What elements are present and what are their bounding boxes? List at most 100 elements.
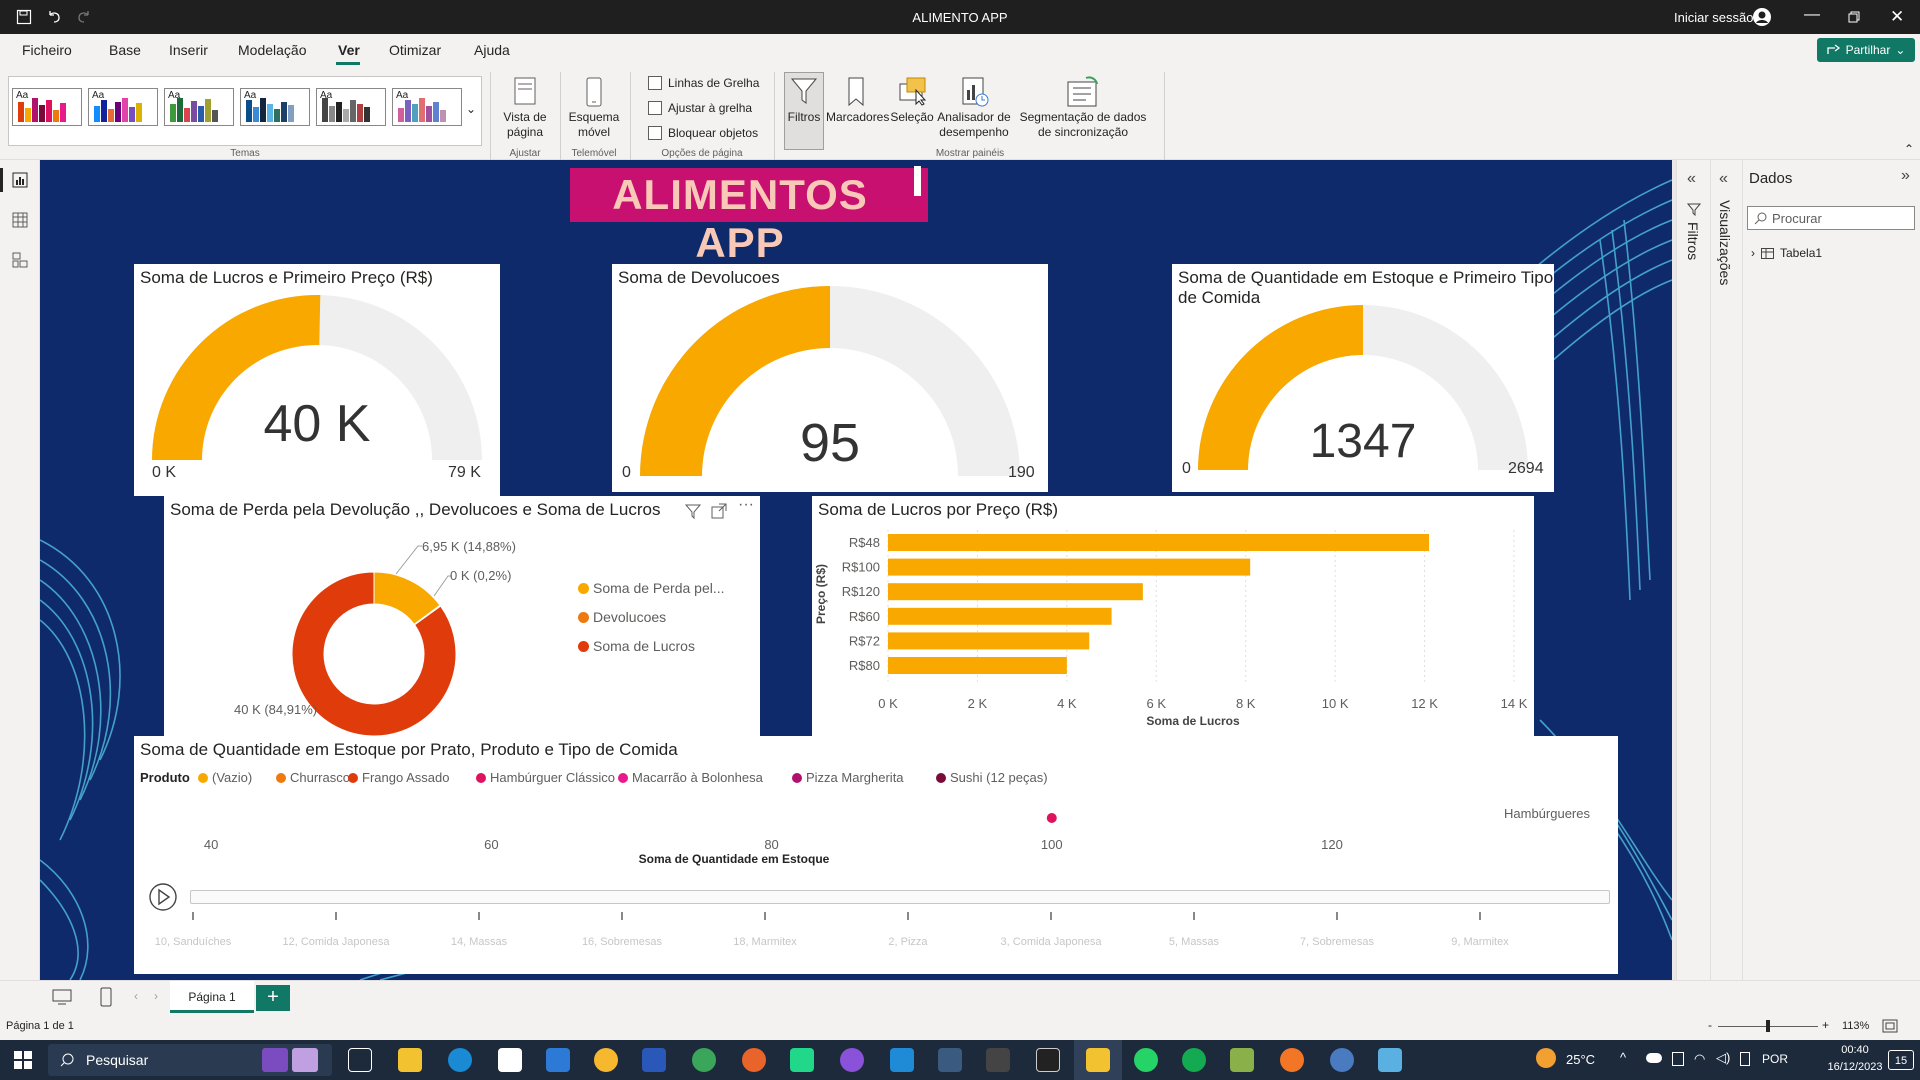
app-icon[interactable] — [986, 1048, 1010, 1072]
windows-start-icon[interactable] — [14, 1051, 32, 1069]
donut-legend-item[interactable]: Devolucoes — [578, 609, 666, 625]
clock-date[interactable]: 16/12/2023 — [1820, 1061, 1890, 1073]
bar[interactable] — [888, 607, 1112, 625]
donut-legend-item[interactable]: Soma de Perda pel... — [578, 580, 725, 596]
page-view-button[interactable]: Vista de página — [495, 110, 555, 140]
page-tab-1[interactable]: Página 1 — [170, 981, 254, 1013]
performance-analyzer-icon[interactable] — [960, 76, 990, 108]
notepad-icon[interactable] — [498, 1048, 522, 1072]
taskbar-search-box[interactable]: Pesquisar — [48, 1044, 332, 1076]
play-axis-label[interactable]: 5, Massas — [1133, 936, 1255, 948]
theme-swatch-6[interactable]: Aa — [392, 88, 462, 126]
selection-button[interactable]: Seleção — [888, 110, 936, 125]
zoom-slider-thumb[interactable] — [1766, 1020, 1770, 1032]
play-axis-label[interactable]: 3, Comida Japonesa — [990, 936, 1112, 948]
menu-ver[interactable]: Ver — [338, 42, 360, 58]
expand-visualizations-icon[interactable]: « — [1719, 170, 1728, 188]
gauge-card-devolucoes[interactable]: Soma de Devolucoes 95 0 190 — [612, 264, 1048, 492]
mail-icon[interactable] — [546, 1048, 570, 1072]
themes-more-icon[interactable]: ⌄ — [466, 102, 476, 116]
bar[interactable] — [888, 632, 1090, 650]
app-icon[interactable] — [594, 1048, 618, 1072]
scatter-point[interactable] — [1046, 813, 1057, 823]
collapse-data-pane-icon[interactable]: » — [1901, 167, 1910, 185]
theme-swatch-2[interactable]: Aa — [88, 88, 158, 126]
firefox-icon[interactable] — [742, 1048, 766, 1072]
sync-slicers-icon[interactable] — [1066, 76, 1100, 108]
bookmarks-button[interactable]: Marcadores — [826, 110, 889, 125]
system-tray-chevron-icon[interactable]: ^ — [1620, 1050, 1626, 1065]
mobile-layout-icon[interactable] — [584, 76, 604, 108]
play-axis-label[interactable]: 7, Sobremesas — [1276, 936, 1398, 948]
filter-icon[interactable] — [684, 502, 702, 520]
play-axis-label[interactable]: 16, Sobremesas — [561, 936, 683, 948]
clock-time[interactable]: 00:40 — [1820, 1044, 1890, 1056]
report-view-icon[interactable] — [12, 172, 28, 188]
pycharm-icon[interactable] — [790, 1048, 814, 1072]
minimize-icon[interactable]: — — [1804, 6, 1820, 24]
play-axis-label[interactable]: 9, Marmitex — [1419, 936, 1541, 948]
gauge-card-estoque[interactable]: Soma de Quantidade em Estoque e Primeiro… — [1172, 264, 1554, 492]
app-icon[interactable] — [1230, 1048, 1254, 1072]
task-view-icon[interactable] — [348, 1048, 372, 1072]
data-search-input[interactable]: Procurar — [1747, 206, 1915, 230]
menu-ajuda[interactable]: Ajuda — [474, 42, 510, 58]
app-icon[interactable] — [938, 1048, 962, 1072]
menu-base[interactable]: Base — [109, 42, 141, 58]
play-axis-label[interactable]: 18, Marmitex — [704, 936, 826, 948]
menu-modelacao[interactable]: Modelação — [238, 42, 307, 58]
bar[interactable] — [888, 657, 1067, 674]
lock-objects-checkbox[interactable]: Bloquear objetos — [648, 126, 758, 140]
restore-icon[interactable] — [1848, 11, 1860, 23]
prev-page-icon[interactable]: ‹ — [134, 989, 138, 1003]
play-axis-track[interactable] — [190, 890, 1610, 904]
play-axis-label[interactable]: 12, Comida Japonesa — [275, 936, 397, 948]
play-icon[interactable] — [148, 882, 178, 912]
language-indicator[interactable]: POR — [1762, 1052, 1788, 1066]
volume-icon[interactable]: ◁) — [1716, 1050, 1730, 1066]
performance-analyzer-button[interactable]: Analisador de desempenho — [934, 110, 1014, 140]
phone-layout-icon[interactable] — [100, 987, 112, 1007]
bar[interactable] — [888, 558, 1251, 576]
vscode-icon[interactable] — [890, 1048, 914, 1072]
cloud-icon[interactable] — [1646, 1053, 1662, 1063]
github-icon[interactable] — [840, 1048, 864, 1072]
device-icon[interactable] — [1672, 1052, 1684, 1066]
play-axis-label[interactable]: 14, Massas — [418, 936, 540, 948]
mobile-layout-button[interactable]: Esquema móvel — [564, 110, 624, 140]
power-bi-icon[interactable] — [1086, 1048, 1110, 1072]
theme-swatch-1[interactable]: Aa — [12, 88, 82, 126]
user-avatar-icon[interactable] — [1752, 7, 1772, 27]
terminal-icon[interactable] — [1036, 1048, 1060, 1072]
share-button[interactable]: Partilhar ⌄ — [1817, 38, 1915, 62]
zoom-in-icon[interactable]: + — [1822, 1018, 1829, 1032]
theme-swatch-5[interactable]: Aa — [316, 88, 386, 126]
model-view-icon[interactable] — [12, 252, 28, 268]
signin-link[interactable]: Iniciar sessão — [1674, 10, 1753, 25]
add-page-button[interactable]: + — [256, 985, 290, 1011]
filters-pane-collapsed[interactable]: « Filtros — [1676, 160, 1710, 980]
file-explorer-icon[interactable] — [398, 1048, 422, 1072]
bookmark-icon[interactable] — [846, 76, 866, 108]
selection-icon[interactable] — [898, 76, 928, 106]
focus-mode-icon[interactable] — [710, 502, 728, 520]
whatsapp-icon[interactable] — [1134, 1048, 1158, 1072]
edge-icon[interactable] — [448, 1048, 472, 1072]
app-icon[interactable] — [642, 1048, 666, 1072]
theme-swatch-4[interactable]: Aa — [240, 88, 310, 126]
more-options-icon[interactable]: ··· — [738, 496, 754, 514]
donut-legend-item[interactable]: Soma de Lucros — [578, 638, 695, 654]
mongodb-icon[interactable] — [1182, 1048, 1206, 1072]
battery-icon[interactable] — [1740, 1052, 1750, 1066]
wifi-icon[interactable]: ◠ — [1694, 1051, 1705, 1067]
chrome-icon[interactable] — [692, 1048, 716, 1072]
gauge-card-lucros[interactable]: Soma de Lucros e Primeiro Preço (R$) 40 … — [134, 264, 500, 496]
gridlines-checkbox[interactable]: Linhas de Grelha — [648, 76, 759, 90]
expand-filters-icon[interactable]: « — [1687, 170, 1696, 188]
table-view-icon[interactable] — [12, 212, 28, 228]
visualizations-pane-collapsed[interactable]: « Visualizações — [1710, 160, 1742, 980]
play-axis-label[interactable]: 10, Sanduíches — [132, 936, 254, 948]
table-tabela1[interactable]: › Tabela1 — [1751, 246, 1822, 260]
theme-swatch-3[interactable]: Aa — [164, 88, 234, 126]
play-axis-label[interactable]: 2, Pizza — [847, 936, 969, 948]
